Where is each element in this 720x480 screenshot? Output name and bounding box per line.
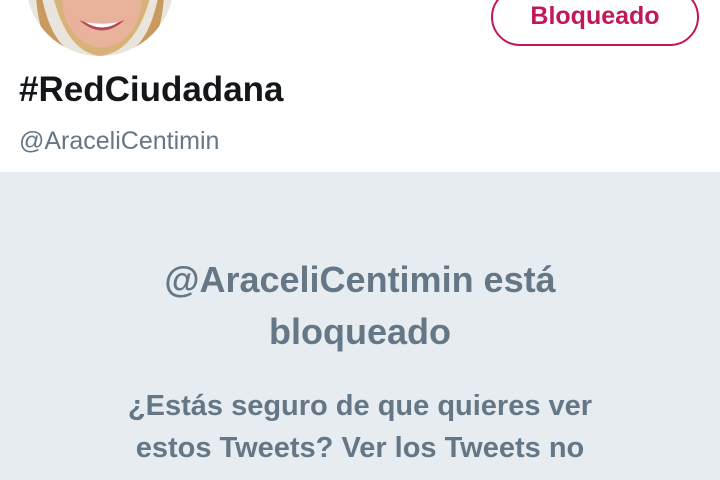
blocked-title-line: @AraceliCentimin está — [164, 259, 556, 300]
profile-handle: @AraceliCentimin — [19, 127, 220, 155]
blocked-notice-panel: @AraceliCentimin está bloqueado ¿Estás s… — [0, 172, 720, 480]
profile-display-name: #RedCiudadana — [19, 70, 284, 109]
blocked-title-line: bloqueado — [269, 311, 451, 352]
blocked-notice-title: @AraceliCentimin está bloqueado — [0, 254, 720, 358]
avatar-photo — [26, 0, 174, 56]
blocked-button[interactable]: Bloqueado — [491, 0, 699, 46]
blocked-message-line: ¿Estás seguro de que quieres ver — [127, 390, 593, 422]
profile-header: Bloqueado #RedCiudadana @AraceliCentimin — [0, 0, 720, 172]
avatar[interactable] — [22, 0, 178, 60]
blocked-notice-message: ¿Estás seguro de que quieres ver estos T… — [0, 385, 720, 469]
profile-page: Bloqueado #RedCiudadana @AraceliCentimin… — [0, 0, 720, 480]
blocked-message-line: estos Tweets? Ver los Tweets no — [135, 432, 585, 464]
